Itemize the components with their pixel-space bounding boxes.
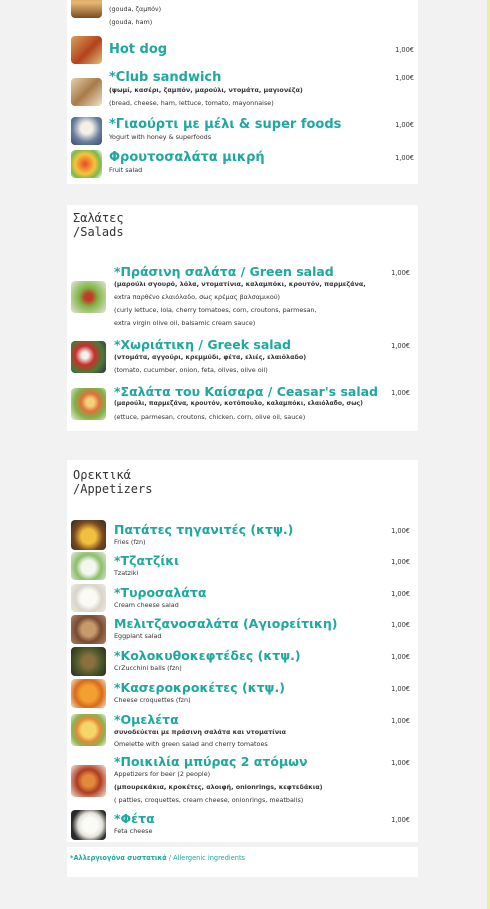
eggplant-salad-image	[71, 615, 106, 644]
item-title: *Τζατζίκι	[114, 553, 180, 568]
item-title: Hot dog	[109, 42, 168, 57]
item-price: 1,00€	[395, 154, 414, 162]
item-desc-en: Feta cheese	[114, 827, 153, 835]
item-title: *Τυροσαλάτα	[114, 585, 207, 600]
item-desc-en: Appetizers for beer (2 people)	[114, 770, 211, 778]
toast-desc-en: (gouda, ham)	[109, 18, 153, 26]
item-desc-en: Cheese croquettes (fzn)	[114, 696, 191, 704]
item-title: *Πράσινη σαλάτα / Green salad	[114, 264, 334, 279]
item-desc-gr: συνοδεύεται με πράσινη σαλάτα και ντοματ…	[114, 728, 286, 736]
item-desc-gr-2: extra παρθένο ελαιόλαδο, σως κρέμας βαλσ…	[114, 293, 281, 301]
item-desc-en: Fruit salad	[109, 166, 143, 174]
item-title: Φρουτοσαλάτα μικρή	[109, 150, 265, 165]
item-price: 1,00€	[391, 269, 410, 277]
item-desc-en: Fries (fzn)	[114, 538, 146, 546]
section-title-salads: Σαλάτες /Salads	[73, 211, 124, 239]
item-price: 1,00€	[391, 653, 410, 661]
toast-image	[71, 0, 102, 18]
item-desc-en: CrZucchini balls (fzn)	[114, 664, 182, 672]
cheese-salad-image	[71, 584, 106, 612]
fries-image	[71, 520, 106, 550]
item-title: *Φέτα	[114, 811, 155, 826]
salads-card: Σαλάτες /Salads *Πράσινη σαλάτα / Green …	[67, 205, 418, 431]
item-desc-en: (bread, cheese, ham, lettuce, tomato, ma…	[109, 99, 274, 107]
item-price: 1,00€	[391, 816, 410, 824]
allergen-footer: *Αλλεργιογόνα συστατικά / Allergenic ing…	[67, 847, 418, 877]
yogurt-image	[71, 117, 102, 145]
item-price: 1,00€	[395, 121, 414, 129]
item-title: *Club sandwich	[109, 70, 222, 85]
omelette-image	[71, 714, 106, 746]
fruit-salad-image	[71, 150, 102, 178]
snacks-card: (gouda, ζαμπόν) (gouda, ham) Hot dog 1,0…	[67, 0, 418, 184]
item-desc-gr: (ψωμί, κασέρι, ζαμπόν, μαρούλι, ντομάτα,…	[109, 86, 303, 94]
item-price: 1,00€	[391, 621, 410, 629]
item-price: 1,00€	[391, 590, 410, 598]
item-price: 1,00€	[391, 342, 410, 350]
item-price: 1,00€	[391, 759, 410, 767]
item-desc-en: Eggplant salad	[114, 632, 162, 640]
item-desc-en: Cream cheese salad	[114, 601, 179, 609]
green-salad-image	[71, 281, 106, 313]
item-title: Μελιτζανοσαλάτα (Αγιορείτικη)	[114, 616, 338, 631]
item-desc-gr: (μαρούλι, παρμεζάνα, κρουτόν, κοτόπουλο,…	[114, 400, 363, 407]
item-title: *Σαλάτα του Καίσαρα / Ceasar's salad	[114, 384, 378, 399]
beer-platter-image	[71, 765, 106, 797]
item-desc-en: Omelette with green salad and cherry tom…	[114, 740, 268, 748]
item-price: 1,00€	[391, 685, 410, 693]
cheese-croquettes-image	[71, 679, 106, 708]
item-desc-en-2: extra virgin olive oil, balsamic cream s…	[114, 319, 256, 327]
item-title: *Χωριάτικη / Greek salad	[114, 337, 291, 352]
allergen-label-gr: *Αλλεργιογόνα συστατικά	[70, 854, 167, 862]
item-desc-en: Yogurt with honey & superfoods	[109, 133, 212, 141]
item-title: *Κολοκυθοκεφτέδες (κτψ.)	[114, 648, 301, 663]
item-desc-en-2: ( patties, croquettes, cream cheese, oni…	[114, 796, 304, 804]
feta-image	[71, 810, 106, 840]
item-price: 1,00€	[391, 717, 410, 725]
item-price: 1,00€	[395, 74, 414, 82]
item-desc-en-1: (curly lettuce, lola, cherry tomatoes, c…	[114, 306, 317, 314]
caesar-salad-image	[71, 388, 106, 420]
item-title: *Κασεροκροκέτες (κτψ.)	[114, 680, 285, 695]
item-desc-gr-1: (μαρούλι σγουρό, λόλα, ντοματίνια, καλαμ…	[114, 280, 366, 288]
section-title-appetizers: Ορεκτικά /Appetizers	[73, 468, 153, 496]
zucchini-balls-image	[71, 647, 106, 676]
allergen-note: *Αλλεργιογόνα συστατικά / Allergenic ing…	[70, 854, 245, 862]
tzatziki-image	[71, 552, 106, 580]
toast-desc-gr: (gouda, ζαμπόν)	[109, 5, 162, 13]
item-title: *Γιαούρτι με μέλι & super foods	[109, 117, 342, 132]
item-desc-en: Tzatziki	[114, 569, 139, 577]
item-desc-en: (tomato, cucumber, onion, feta, olives, …	[114, 366, 268, 374]
hot-dog-image	[71, 36, 102, 64]
item-title: Πατάτες τηγανιτές (κτψ.)	[114, 522, 294, 537]
item-price: 1,00€	[391, 527, 410, 535]
item-price: 1,00€	[391, 389, 410, 397]
item-title: *Ποικιλία μπύρας 2 ατόμων	[114, 754, 308, 769]
club-sandwich-image	[71, 78, 102, 106]
item-title: *Ομελέτα	[114, 712, 179, 727]
greek-salad-image	[71, 341, 106, 373]
item-price: 1,00€	[391, 558, 410, 566]
item-desc-en: (ettuce, parmesan, croutons, chicken, co…	[114, 413, 306, 421]
allergen-label-en: / Allergenic ingredients	[166, 854, 245, 862]
item-desc-gr: (ντομάτα, αγγούρι, κρεμμύδι, φέτα, ελιές…	[114, 353, 307, 361]
item-desc-gr: (μπουρεκάκια, κροκέτες, αλοιφή, onionrin…	[114, 783, 323, 791]
item-price: 1,00€	[395, 46, 414, 54]
appetizers-card: Ορεκτικά /Appetizers Πατάτες τηγανιτές (…	[67, 460, 418, 842]
